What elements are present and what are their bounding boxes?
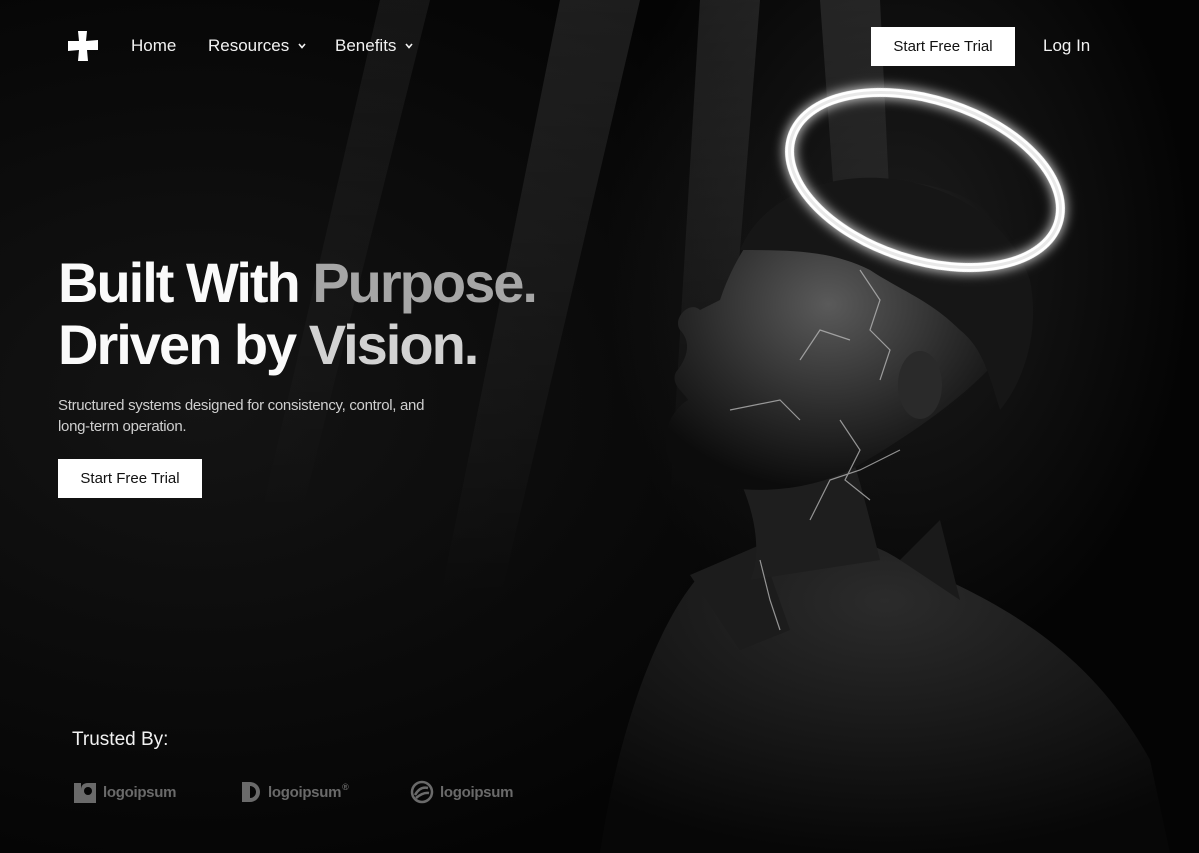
trusted-by-label: Trusted By:: [72, 729, 169, 750]
nav-link-benefits-label: Benefits: [335, 36, 397, 55]
partner-logo-3: logoipsum: [410, 778, 513, 806]
hero-subtitle: Structured systems designed for consiste…: [58, 397, 425, 435]
top-navigation: Home Resources Benefits Start Free Trial…: [0, 0, 1199, 92]
headline-line2-gray: Vision.: [308, 313, 480, 376]
nav-link-home[interactable]: Home: [131, 36, 176, 56]
partner-logo-2: logoipsum ®: [240, 778, 349, 806]
circle-stripe-logo-icon: [410, 780, 434, 804]
chevron-down-icon: [405, 43, 414, 49]
square-logo-icon: [74, 783, 96, 803]
nav-link-resources-label: Resources: [208, 36, 290, 55]
partner-logo-3-name: logoipsum: [440, 783, 514, 801]
landing-page: Home Resources Benefits Start Free Trial…: [0, 0, 1199, 853]
nav-link-benefits[interactable]: Benefits: [335, 36, 414, 56]
partner-logo-1-name: logoipsum: [103, 783, 177, 801]
hero-headline: Built With Purpose. Driven by Vision.: [58, 251, 538, 376]
headline-line1-white: Built With: [58, 251, 301, 314]
nav-link-resources[interactable]: Resources: [208, 36, 307, 56]
login-link[interactable]: Log In: [1043, 36, 1090, 56]
nav-link-home-label: Home: [131, 36, 177, 55]
partner-logo-2-mark: ®: [342, 782, 349, 792]
half-circle-logo-icon: [242, 782, 260, 802]
headline-line2-white: Driven by: [58, 313, 297, 376]
headline-line1-gray: Purpose.: [312, 251, 538, 314]
plus-logo-icon[interactable]: [66, 29, 100, 63]
hero-portrait-image: [600, 87, 1170, 853]
chevron-down-icon: [298, 43, 306, 49]
partner-logo-2-name: logoipsum: [268, 783, 342, 801]
partner-logo-1: logoipsum: [73, 778, 176, 806]
hero-start-trial-button[interactable]: Start Free Trial: [58, 459, 202, 498]
nav-start-trial-button[interactable]: Start Free Trial: [871, 27, 1015, 66]
